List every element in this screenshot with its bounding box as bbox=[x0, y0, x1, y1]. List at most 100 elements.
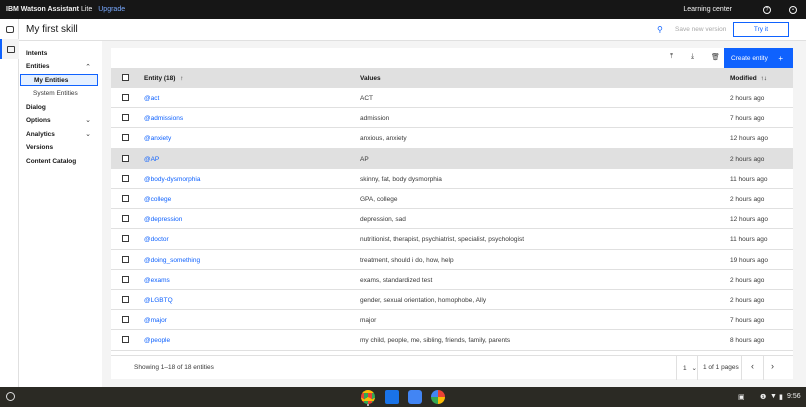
nav-analytics[interactable]: Analytics ⌄ bbox=[26, 131, 102, 138]
entity-values: exams, standardized test bbox=[360, 276, 433, 284]
entity-name-link[interactable]: @major bbox=[144, 317, 167, 324]
column-entity-label: Entity (18) bbox=[144, 75, 176, 82]
files-icon[interactable] bbox=[385, 390, 399, 404]
nav-my-entities[interactable]: My Entities bbox=[20, 74, 98, 86]
row-checkbox[interactable] bbox=[122, 114, 129, 122]
row-checkbox[interactable] bbox=[122, 255, 129, 263]
upload-icon[interactable]: ⤒ bbox=[670, 53, 673, 61]
search-icon[interactable]: ⚲ bbox=[657, 25, 663, 34]
create-entity-label: Create entity bbox=[731, 54, 768, 62]
user-icon[interactable]: • bbox=[780, 0, 806, 19]
next-page-button[interactable]: › bbox=[771, 361, 774, 371]
photos-icon[interactable] bbox=[431, 390, 445, 404]
table-row[interactable]: @LGBTQ gender, sexual orientation, homoph… bbox=[111, 290, 793, 311]
entity-name-link[interactable]: @college bbox=[144, 196, 171, 203]
divider bbox=[741, 356, 742, 380]
table-row[interactable]: @anxiety anxious, anxiety 12 hours ago bbox=[111, 128, 793, 149]
column-modified-label: Modified bbox=[730, 75, 757, 82]
entity-name-link[interactable]: @AP bbox=[144, 156, 159, 163]
os-taskbar: ▣ ❶ ▼ ▮ 9:56 bbox=[0, 387, 806, 407]
entity-name-link[interactable]: @admissions bbox=[144, 115, 183, 122]
table-row[interactable]: @doctor nutritionist, therapist, psychiat… bbox=[111, 229, 793, 250]
notification-icon[interactable]: ❶ bbox=[760, 393, 766, 401]
entity-name-link[interactable]: @people bbox=[144, 337, 170, 344]
skills-icon[interactable] bbox=[0, 39, 19, 59]
sort-ascending-icon: ↑ bbox=[180, 75, 184, 82]
modified-time: 19 hours ago bbox=[730, 256, 768, 264]
table-row[interactable]: @act ACT 2 hours ago bbox=[111, 88, 793, 109]
modified-time: 2 hours ago bbox=[730, 95, 765, 102]
row-checkbox[interactable] bbox=[122, 215, 129, 223]
launcher-icon[interactable] bbox=[6, 392, 15, 401]
chat-icon[interactable] bbox=[0, 19, 19, 39]
row-checkbox[interactable] bbox=[122, 235, 129, 243]
row-checkbox[interactable] bbox=[122, 134, 129, 142]
entity-values: ACT bbox=[360, 95, 373, 102]
table-row[interactable]: @major major 7 hours ago bbox=[111, 310, 793, 331]
chrome-icon[interactable] bbox=[361, 390, 375, 404]
row-checkbox[interactable] bbox=[122, 94, 129, 101]
row-checkbox[interactable] bbox=[122, 296, 129, 303]
clock[interactable]: 9:56 bbox=[787, 393, 801, 400]
pagination: Showing 1–18 of 18 entities 1 ⌄ 1 of 1 p… bbox=[111, 355, 793, 380]
table-row[interactable]: @admissions admission 7 hours ago bbox=[111, 108, 793, 129]
prev-page-button[interactable]: ‹ bbox=[751, 361, 754, 371]
entity-values: treatment, should i do, how, help bbox=[360, 256, 454, 264]
brand[interactable]: IBM Watson Assistant Lite bbox=[6, 6, 92, 13]
table-row[interactable]: @AP AP 2 hours ago bbox=[111, 148, 793, 169]
entity-name-link[interactable]: @LGBTQ bbox=[144, 297, 173, 304]
upgrade-link[interactable]: Upgrade bbox=[98, 6, 125, 13]
table-row[interactable]: @doing_something treatment, should i do, … bbox=[111, 249, 793, 270]
camera-icon[interactable] bbox=[408, 390, 422, 404]
entity-name-link[interactable]: @anxiety bbox=[144, 135, 171, 142]
create-entity-button[interactable]: Create entity + bbox=[724, 48, 793, 68]
table-row[interactable]: @depression depression, sad 12 hours ago bbox=[111, 209, 793, 230]
download-icon[interactable]: ⤓ bbox=[691, 53, 694, 61]
entity-name-link[interactable]: @doctor bbox=[144, 236, 169, 243]
chevron-up-icon: ⌃ bbox=[85, 64, 91, 71]
nav-entities[interactable]: Entities ⌃ bbox=[26, 63, 102, 71]
brand-tier: Lite bbox=[80, 6, 93, 13]
nav-intents[interactable]: Intents bbox=[26, 50, 47, 57]
page-number: 1 bbox=[683, 365, 687, 372]
row-checkbox[interactable] bbox=[122, 275, 129, 283]
entity-name-link[interactable]: @doing_something bbox=[144, 257, 200, 264]
nav-content-catalog[interactable]: Content Catalog bbox=[26, 158, 76, 165]
nav-versions[interactable]: Versions bbox=[26, 144, 53, 151]
screen-capture-icon[interactable]: ▣ bbox=[738, 393, 745, 401]
entity-name-link[interactable]: @act bbox=[144, 95, 159, 102]
entity-name-link[interactable]: @exams bbox=[144, 277, 170, 284]
row-checkbox[interactable] bbox=[122, 154, 129, 162]
delete-icon[interactable]: 🗑 bbox=[711, 53, 720, 61]
sort-icon: ↑↓ bbox=[760, 75, 768, 82]
row-checkbox[interactable] bbox=[122, 174, 129, 182]
nav-options[interactable]: Options ⌄ bbox=[26, 117, 102, 124]
table-row[interactable]: @body-dysmorphia skinny, fat, body dysmor… bbox=[111, 168, 793, 189]
nav-dialog[interactable]: Dialog bbox=[26, 104, 46, 111]
page-title: My first skill bbox=[26, 24, 78, 35]
help-icon[interactable]: ? bbox=[754, 0, 780, 19]
nav-system-entities[interactable]: System Entities bbox=[20, 88, 98, 100]
table-row[interactable]: @exams exams, standardized test 2 hours ag… bbox=[111, 269, 793, 290]
row-checkbox[interactable] bbox=[122, 316, 129, 324]
battery-icon[interactable]: ▮ bbox=[779, 393, 783, 401]
save-new-version-button[interactable]: Save new version bbox=[675, 26, 726, 33]
entity-name-link[interactable]: @body-dysmorphia bbox=[144, 176, 200, 183]
entity-name-link[interactable]: @depression bbox=[144, 216, 182, 223]
table-row[interactable]: @people my child, people, me, sibling, fr… bbox=[111, 330, 793, 351]
select-all-checkbox[interactable] bbox=[122, 74, 129, 81]
column-entity[interactable]: Entity (18) ↑ bbox=[144, 75, 183, 82]
top-bar: IBM Watson Assistant Lite Upgrade Learni… bbox=[0, 0, 806, 19]
modified-time: 12 hours ago bbox=[730, 135, 768, 143]
try-it-button[interactable]: Try it bbox=[733, 22, 789, 37]
learning-center-link[interactable]: Learning center bbox=[683, 6, 732, 13]
row-checkbox[interactable] bbox=[122, 336, 129, 344]
brand-name: IBM Watson Assistant bbox=[6, 6, 79, 13]
wifi-icon[interactable]: ▼ bbox=[770, 393, 777, 400]
table-row[interactable]: @college GPA, college 2 hours ago bbox=[111, 189, 793, 210]
modified-time: 2 hours ago bbox=[730, 297, 765, 304]
modified-time: 11 hours ago bbox=[730, 175, 768, 183]
page-select[interactable]: 1 ⌄ bbox=[683, 364, 697, 372]
row-checkbox[interactable] bbox=[122, 195, 129, 202]
column-modified[interactable]: Modified ↑↓ bbox=[730, 75, 767, 82]
